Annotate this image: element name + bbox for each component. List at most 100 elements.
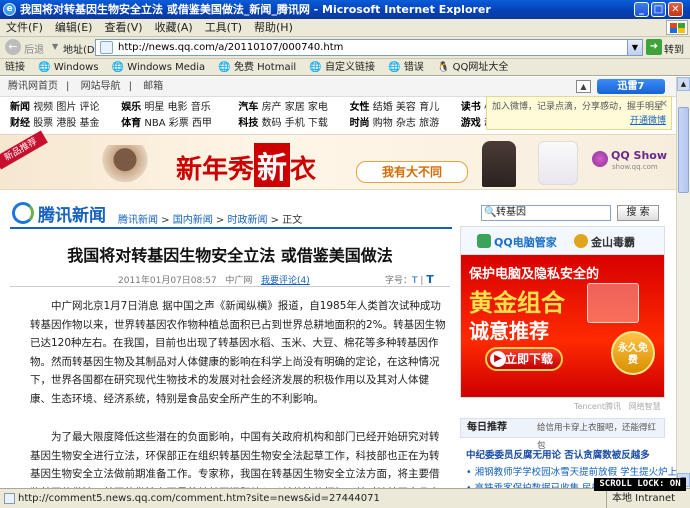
qqshow-banner[interactable]: 新品推荐 新年秀新衣 我有大不同 QQ Show show.qq.com [0, 130, 676, 190]
go-arrow-icon[interactable]: ➜ [646, 39, 662, 55]
menu-favorites[interactable]: 收藏(A) [149, 19, 199, 37]
search-value: 转基因 [496, 207, 526, 218]
article-paragraph: 为了最大限度降低这些潜在的负面影响，中国有关政府机构和部门已经开始研究对转基因生… [30, 431, 440, 488]
menu-edit[interactable]: 编辑(E) [49, 19, 99, 37]
links-label: 链接 [5, 62, 25, 73]
weibo-popup: 加入微博，记录点滴，分享感动，握手明星 开通微博 ✕ [486, 96, 672, 130]
channel-nav: 新闻 视频 图片 评论 娱乐 明星 电影 音乐 汽车 房产 家居 家电 女性 结… [10, 101, 504, 131]
page-status-icon [4, 493, 15, 504]
article-title: 我国将对转基因生物安全立法 或借鉴美国做法 [67, 246, 393, 265]
address-dropdown-icon[interactable]: ▼ [627, 40, 642, 55]
scroll-lock-indicator: SCROLL LOCK: ON [594, 478, 686, 491]
ad-header: QQ电脑管家 金山毒霸 [461, 227, 664, 255]
breadcrumb-item: 正文 [282, 215, 303, 226]
channel-group[interactable]: 女性 结婚 美容 育儿 [350, 101, 458, 115]
back-button-label[interactable]: 后退 [24, 41, 44, 56]
popup-close-icon[interactable]: ✕ [660, 98, 668, 112]
links-bar: 链接 🌐 Windows 🌐 Windows Media 🌐 免费 Hotmai… [0, 59, 690, 76]
breadcrumb: 腾讯新闻 > 国内新闻 > 时政新闻 > 正文 [118, 215, 303, 226]
qqshow-url: show.qq.com [612, 163, 658, 171]
article-date: 2011年01月07日08:57 [118, 276, 217, 286]
search-icon: 🔍 [484, 207, 497, 218]
link-item[interactable]: 🌐 错误 [383, 59, 429, 76]
font-small-button[interactable]: T [412, 276, 418, 286]
qq-home-link[interactable]: 腾讯网首页 [0, 81, 66, 92]
channel-group[interactable]: 财经 股票 港股 基金 [10, 117, 118, 131]
software-box-icon [587, 283, 639, 323]
search-input[interactable]: 🔍 转基因 [481, 205, 611, 221]
go-button[interactable]: 转到 [664, 41, 684, 56]
thunder-button[interactable]: 迅雷7 [597, 79, 665, 94]
status-bar: http://comment5.news.qq.com/comment.htm?… [0, 488, 690, 508]
back-dropdown-icon[interactable]: ▼ [52, 42, 58, 51]
status-url: http://comment5.news.qq.com/comment.htm?… [18, 493, 380, 504]
link-item[interactable]: 🌐 Windows Media [107, 59, 211, 76]
new-product-tag: 新品推荐 [0, 130, 48, 170]
breadcrumb-item[interactable]: 时政新闻 [228, 215, 268, 226]
model-figure [100, 145, 150, 187]
menu-view[interactable]: 查看(V) [98, 19, 148, 37]
meta-divider [10, 286, 450, 287]
link-item[interactable]: 🌐 免费 Hotmail [213, 59, 301, 76]
search-button[interactable]: 搜 索 [617, 205, 659, 221]
arrow-right-icon: ▶ [490, 351, 506, 367]
menu-help[interactable]: 帮助(H) [248, 19, 299, 37]
channel-nav-row: 财经 股票 港股 基金 体育 NBA 彩票 西甲 科技 数码 手机 下载 时尚 … [10, 117, 504, 131]
banner-slogan: 我有大不同 [356, 161, 468, 183]
qqshow-brand: QQ Show [611, 149, 668, 162]
download-now-button[interactable]: ▶ 立即下载 [485, 347, 563, 371]
channel-group[interactable]: 体育 NBA 彩票 西甲 [121, 117, 235, 131]
breadcrumb-item[interactable]: 腾讯新闻 [118, 215, 158, 226]
font-large-button[interactable]: T [426, 273, 434, 286]
ie-logo-icon: e [3, 3, 16, 16]
link-item[interactable]: 🌐 Windows [33, 59, 103, 76]
link-item[interactable]: 🐧 QQ网址大全 [432, 59, 513, 76]
channel-group[interactable]: 新闻 视频 图片 评论 [10, 101, 118, 115]
maximize-button[interactable]: □ [651, 2, 666, 17]
ad-footer: Tencent腾讯 网络智慧 [574, 402, 661, 411]
coat-figure [482, 141, 516, 187]
tencent-news-logo[interactable]: 腾讯新闻 [38, 201, 106, 226]
vertical-scrollbar[interactable]: ▲ ▼ [676, 77, 690, 488]
minimize-button[interactable]: _ [634, 2, 649, 17]
shield-icon [477, 234, 491, 248]
shirt-figure [538, 141, 578, 185]
scroll-up-icon[interactable]: ▲ [677, 77, 690, 91]
close-window-button[interactable]: ✕ [668, 2, 683, 17]
breadcrumb-item[interactable]: 国内新闻 [173, 215, 213, 226]
address-value: http://news.qq.com/a/20110107/000740.htm [118, 42, 344, 53]
comment-link[interactable]: 我要评论(4) [261, 276, 310, 286]
window-titlebar: 我国将对转基因生物安全立法 或借鉴美国做法_新闻_腾讯网 - Microsoft… [0, 0, 690, 19]
duba-logo-icon [574, 234, 588, 248]
zone-label: 本地 Intranet [612, 493, 676, 504]
font-size-control: 字号：T | T [385, 273, 434, 286]
channel-group[interactable]: 科技 数码 手机 下载 [238, 117, 346, 131]
menu-bar: 文件(F) 编辑(E) 查看(V) 收藏(A) 工具(T) 帮助(H) [0, 19, 690, 37]
daily-recommend-header: 每日推荐 给信用卡穿上衣服吧，还能得红包 [460, 418, 665, 451]
qq-top-bar: 腾讯网首页 | 网站导航 | 邮箱 迅雷7 ▲ [0, 77, 676, 97]
web-page-viewport: 腾讯网首页 | 网站导航 | 邮箱 迅雷7 ▲ 新闻 视频 图片 评论 娱乐 明星 … [0, 77, 676, 488]
article-source: 中广网 [225, 276, 253, 286]
popup-link[interactable]: 开通微博 [492, 114, 666, 128]
qqshow-logo-icon [592, 151, 608, 167]
channel-group[interactable]: 汽车 房产 家居 家电 [238, 101, 346, 115]
popup-text: 加入微博，记录点滴，分享感动，握手明星 [492, 102, 664, 112]
list-item[interactable]: 中纪委委员反腐无用论 否认贪腐数被反越多 [466, 447, 650, 461]
security-ad[interactable]: QQ电脑管家 金山毒霸 保护电脑及隐私安全的 黄金组合 诚意推荐 ▶ 立即下载 … [460, 226, 665, 398]
site-nav-link[interactable]: 网站导航 [73, 81, 129, 92]
channel-group[interactable]: 时尚 购物 杂志 旅游 [350, 117, 458, 131]
back-arrow-icon[interactable]: ← [5, 39, 21, 55]
mail-link[interactable]: 邮箱 [135, 81, 171, 92]
list-item[interactable]: • 湘钢教师学学校园冰雪天提前放假 学生提火炉上学 [466, 464, 676, 478]
menu-file[interactable]: 文件(F) [0, 19, 49, 37]
link-item[interactable]: 🌐 自定义链接 [304, 59, 380, 76]
address-input[interactable]: http://news.qq.com/a/20110107/000740.htm… [95, 39, 643, 56]
menu-tools[interactable]: 工具(T) [199, 19, 248, 37]
ad-body: 保护电脑及隐私安全的 黄金组合 诚意推荐 ▶ 立即下载 永久免费 [461, 255, 664, 397]
dropdown-toggle-icon[interactable]: ▲ [576, 80, 591, 93]
scroll-thumb[interactable] [678, 107, 689, 193]
windows-flag-icon [666, 20, 688, 35]
tencent-logo-icon [12, 202, 34, 224]
banner-headline: 新年秀新衣 [176, 143, 316, 187]
channel-group[interactable]: 娱乐 明星 电影 音乐 [121, 101, 235, 115]
